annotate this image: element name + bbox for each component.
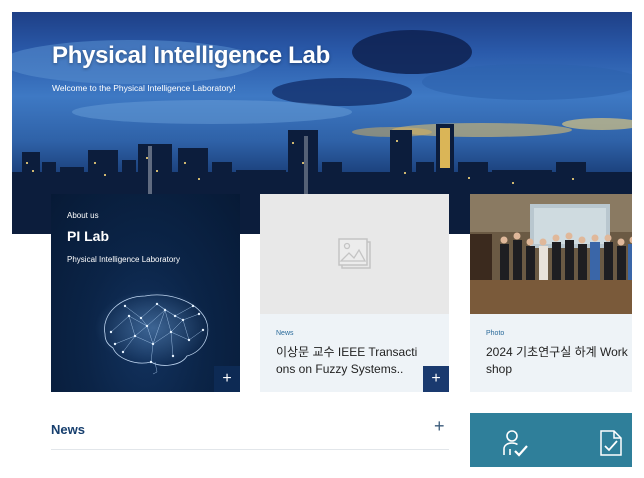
quick-links-panel <box>470 413 632 467</box>
document-check-icon[interactable] <box>599 429 623 457</box>
news-card-category: News <box>276 330 294 337</box>
brain-network-image <box>95 290 211 375</box>
person-check-icon[interactable] <box>502 429 528 457</box>
news-card-title[interactable]: 이상문 교수 IEEE Transacti ons on Fuzzy Syste… <box>276 344 426 378</box>
about-card-tag: About us <box>67 211 99 220</box>
news-section-heading[interactable]: News <box>51 422 85 437</box>
group-photo-image <box>470 194 632 314</box>
page-frame: Physical Intelligence Lab Welcome to the… <box>12 12 632 467</box>
about-card-description: Physical Intelligence Laboratory <box>67 255 180 264</box>
about-card-title: PI Lab <box>67 228 110 244</box>
news-section-divider <box>51 449 449 450</box>
hero-subtitle: Welcome to the Physical Intelligence Lab… <box>52 83 236 93</box>
photo-card[interactable]: Photo 2024 기초연구실 하계 Work shop <box>470 194 632 392</box>
photo-thumbnail <box>470 194 632 314</box>
news-thumbnail-placeholder <box>260 194 449 314</box>
photo-card-category: Photo <box>486 330 505 337</box>
image-placeholder-icon <box>337 238 371 269</box>
hero-title: Physical Intelligence Lab <box>52 42 330 69</box>
about-more-button[interactable]: + <box>214 366 240 392</box>
news-section-more-button[interactable]: + <box>434 416 445 437</box>
news-card-more-button[interactable]: + <box>423 366 449 392</box>
about-card[interactable]: About us PI Lab Physical Intelligence La… <box>51 194 240 392</box>
news-card[interactable]: News 이상문 교수 IEEE Transacti ons on Fuzzy … <box>260 194 449 392</box>
photo-card-title[interactable]: 2024 기초연구실 하계 Work shop <box>486 344 632 378</box>
